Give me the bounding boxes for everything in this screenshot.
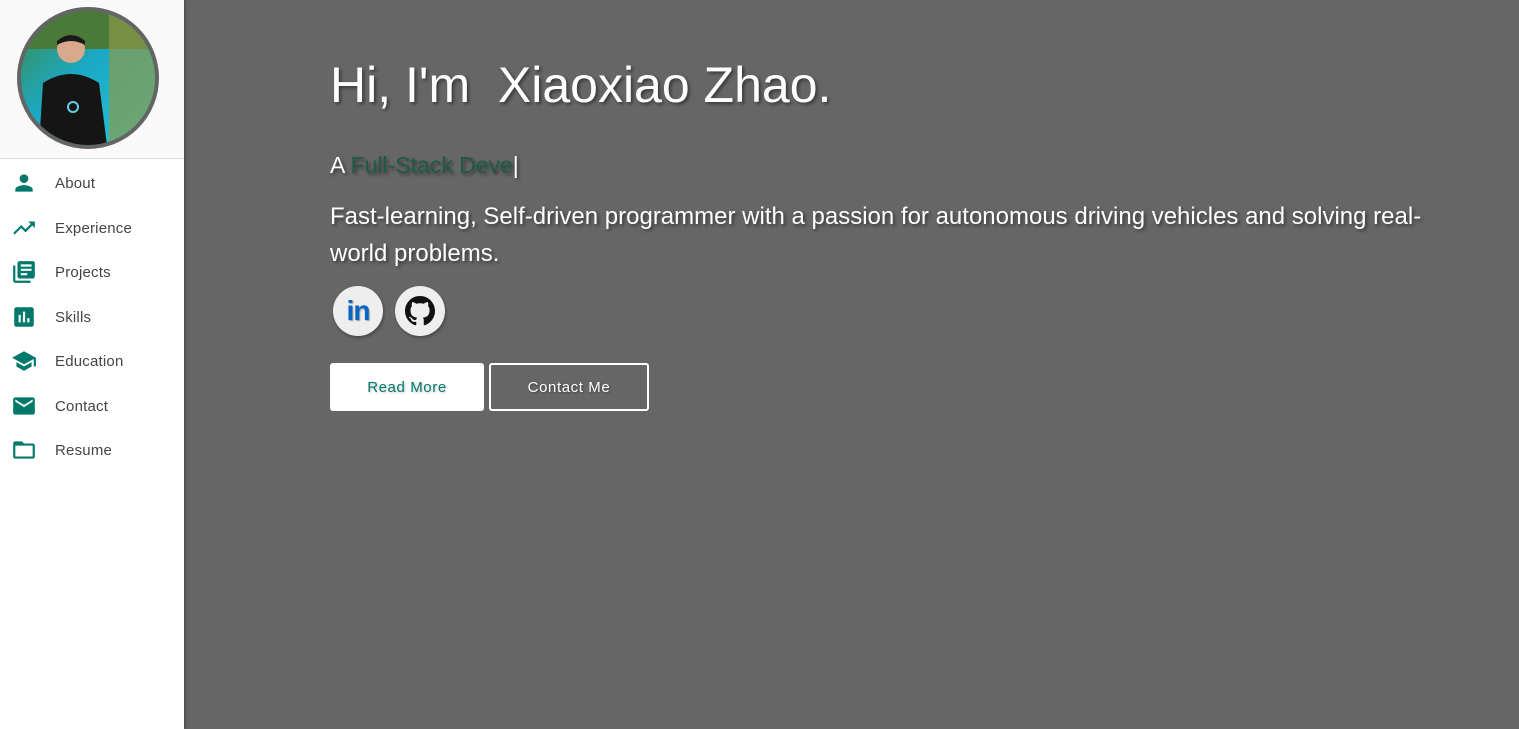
sidebar-item-about[interactable]: About bbox=[0, 163, 184, 203]
typed-prefix: A bbox=[330, 152, 351, 178]
avatar-photo bbox=[21, 11, 155, 145]
sidebar-item-education[interactable]: Education bbox=[0, 341, 184, 381]
bar-chart-icon bbox=[11, 304, 37, 330]
sidebar-item-projects[interactable]: Projects bbox=[0, 252, 184, 292]
hero-tagline: Fast-learning, Self-driven programmer wi… bbox=[330, 203, 1422, 267]
sidebar-item-label: Skills bbox=[55, 308, 92, 326]
avatar-section bbox=[0, 0, 184, 159]
sidebar-item-label: Experience bbox=[55, 219, 133, 237]
sidebar-item-label: About bbox=[55, 174, 96, 192]
linkedin-icon: in bbox=[346, 295, 371, 326]
sidebar-item-contact[interactable]: Contact bbox=[0, 386, 184, 426]
contact-me-button[interactable]: Contact Me bbox=[489, 363, 649, 411]
sidebar-item-label: Projects bbox=[55, 263, 111, 281]
sidebar-item-label: Resume bbox=[55, 441, 113, 459]
avatar[interactable] bbox=[17, 7, 159, 149]
sidebar-item-skills[interactable]: Skills bbox=[0, 297, 184, 337]
school-icon bbox=[11, 348, 37, 374]
sidebar-item-label: Education bbox=[55, 352, 124, 370]
read-more-button[interactable]: Read More bbox=[330, 363, 484, 411]
sidebar-item-resume[interactable]: Resume bbox=[0, 430, 184, 470]
library-books-icon bbox=[11, 259, 37, 285]
sidebar-item-label: Contact bbox=[55, 397, 109, 415]
sidebar: About Experience Projects Skills Educati bbox=[0, 0, 184, 729]
hero-section: Hi, I'm Xiaoxiao Zhao. A Full-Stack Deve… bbox=[184, 0, 1519, 729]
linkedin-button[interactable]: in bbox=[333, 286, 383, 336]
typed-cursor: | bbox=[512, 152, 519, 178]
hero-title: Hi, I'm Xiaoxiao Zhao. bbox=[330, 57, 832, 113]
email-icon bbox=[11, 393, 37, 419]
folder-icon bbox=[11, 437, 37, 463]
github-icon bbox=[405, 296, 435, 326]
typed-role: Full-Stack Deve bbox=[350, 152, 513, 178]
github-button[interactable] bbox=[395, 286, 445, 336]
person-icon bbox=[11, 170, 37, 196]
typed-role-line: A Full-Stack Deve| bbox=[330, 152, 519, 179]
trending-up-icon bbox=[11, 215, 37, 241]
sidebar-item-experience[interactable]: Experience bbox=[0, 208, 184, 248]
